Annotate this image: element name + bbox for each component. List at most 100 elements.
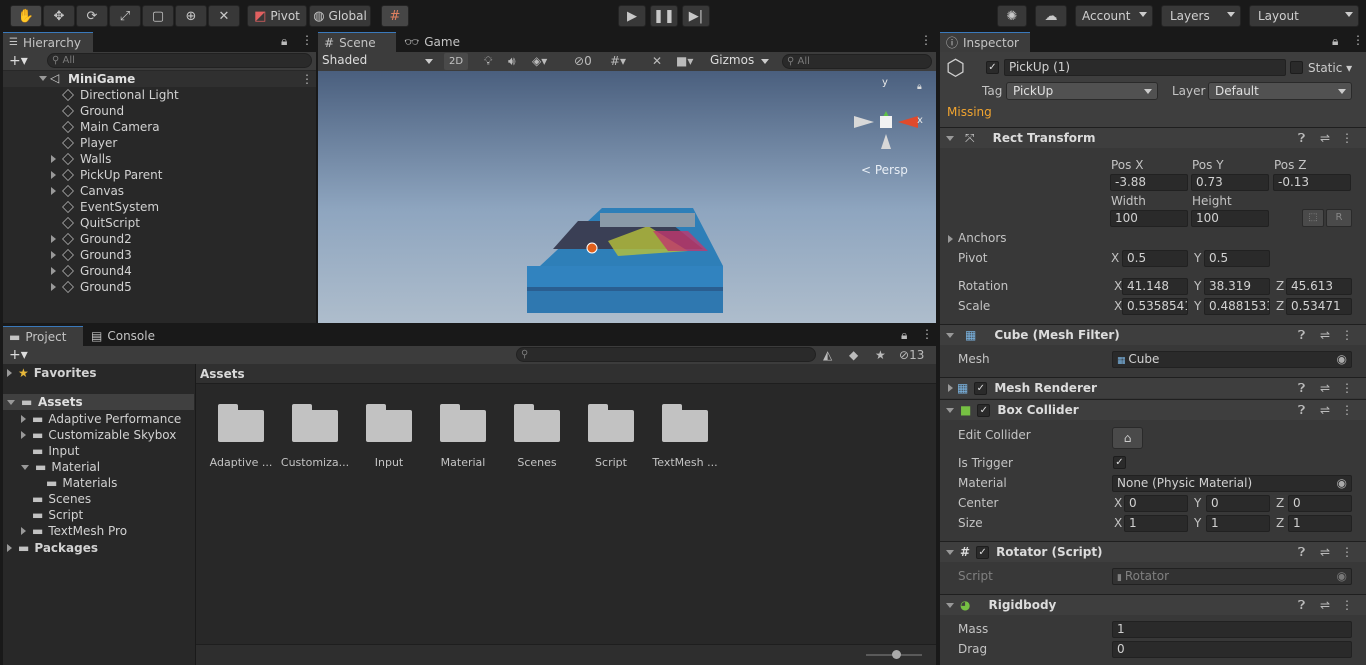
scale-z-input[interactable]: 0.53471 [1286, 298, 1352, 315]
pivot-toggle-button[interactable]: ◩ Pivot [247, 5, 307, 27]
chevron-right-icon[interactable] [7, 369, 12, 377]
chevron-down-icon[interactable] [946, 549, 954, 555]
is-trigger-checkbox[interactable]: ✓ [1113, 456, 1126, 469]
preset-icon[interactable]: ⇌ [1320, 598, 1330, 612]
lock-icon[interactable]: 🔒︎ [901, 328, 907, 343]
center-y-input[interactable]: 0 [1206, 495, 1270, 512]
chevron-right-icon[interactable] [21, 415, 26, 423]
hierarchy-item[interactable]: QuitScript [51, 215, 140, 231]
tab-scene[interactable]: # Scene [318, 32, 396, 52]
asset-folder[interactable]: Script [574, 404, 648, 474]
help-icon[interactable]: ❓︎ [1298, 403, 1305, 418]
center-z-input[interactable]: 0 [1288, 495, 1352, 512]
lock-icon[interactable]: 🔒︎ [281, 34, 287, 49]
box-collider-header[interactable]: ■ ✓ Box Collider ❓︎ ⇌ ⋮ [940, 399, 1366, 420]
account-dropdown[interactable]: Account [1075, 5, 1153, 27]
scene-search-input[interactable]: ⚲ All [782, 54, 932, 69]
global-toggle-button[interactable]: ◍ Global [309, 5, 371, 27]
kebab-menu-icon[interactable]: ⋮ [1341, 403, 1353, 417]
layer-dropdown[interactable]: Default [1208, 82, 1352, 100]
chevron-right-icon[interactable] [948, 384, 953, 392]
rect-transform-header[interactable]: ⤧ Rect Transform ❓︎ ⇌ ⋮ [940, 127, 1366, 148]
box-collider-enabled-checkbox[interactable]: ✓ [977, 403, 991, 417]
breadcrumb-assets[interactable]: Assets [200, 367, 245, 381]
lighting-icon[interactable]: 💡︎ [484, 54, 492, 69]
rot-x-input[interactable]: 41.148 [1122, 278, 1188, 295]
width-input[interactable]: 100 [1110, 210, 1188, 227]
drag-input[interactable]: 0 [1112, 641, 1352, 658]
size-y-input[interactable]: 1 [1206, 515, 1270, 532]
blueprint-mode-button[interactable]: ⬚ [1302, 209, 1324, 227]
posx-input[interactable]: -3.88 [1110, 174, 1188, 191]
mesh-renderer-header[interactable]: ▦ ✓ Mesh Renderer ❓︎ ⇌ ⋮ [940, 377, 1366, 398]
object-name-input[interactable]: PickUp (1) [1004, 59, 1286, 76]
rot-z-input[interactable]: 45.613 [1286, 278, 1352, 295]
active-checkbox[interactable]: ✓ [986, 61, 999, 74]
favorites-row[interactable]: ★ Favorites [7, 365, 96, 381]
tab-hierarchy[interactable]: ☰ Hierarchy [3, 32, 93, 52]
add-icon[interactable]: +▾ [9, 53, 28, 69]
step-button[interactable]: ▶| [682, 5, 710, 27]
hidden-packages-icon[interactable]: ⊘13 [899, 348, 924, 362]
hierarchy-item[interactable]: Canvas [51, 183, 124, 199]
assets-row[interactable]: ▬ Assets [3, 394, 194, 410]
rigidbody-header[interactable]: ◕ Rigidbody ❓︎ ⇌ ⋮ [940, 594, 1366, 615]
zoom-slider-thumb[interactable] [892, 650, 901, 659]
chevron-right-icon[interactable] [51, 251, 56, 259]
lock-icon[interactable]: 🔒︎ [1332, 34, 1338, 49]
chevron-down-icon[interactable] [21, 464, 29, 470]
chevron-down-icon[interactable] [946, 602, 954, 608]
project-search-input[interactable]: ⚲ [516, 347, 816, 362]
asset-folder[interactable]: Customiza... [278, 404, 352, 474]
hierarchy-item[interactable]: Ground4 [51, 263, 132, 279]
hierarchy-item[interactable]: Ground2 [51, 231, 132, 247]
preset-icon[interactable]: ⇌ [1320, 403, 1330, 417]
mesh-renderer-enabled-checkbox[interactable]: ✓ [974, 381, 988, 395]
chevron-right-icon[interactable] [21, 431, 26, 439]
transform-tool-button[interactable]: ⊕ [175, 5, 207, 27]
raw-edit-button[interactable]: R [1326, 209, 1352, 227]
object-picker-icon[interactable]: ◉ [1337, 352, 1347, 367]
static-dropdown[interactable]: Static ▾ [1308, 61, 1352, 75]
hidden-objects-icon[interactable]: ⊘0 [574, 54, 592, 68]
hierarchy-item[interactable]: PickUp Parent [51, 167, 162, 183]
tab-console[interactable]: ▤ Console [85, 326, 165, 346]
chevron-right-icon[interactable] [51, 283, 56, 291]
mesh-filter-header[interactable]: ▦ Cube (Mesh Filter) ❓︎ ⇌ ⋮ [940, 324, 1366, 345]
camera-icon[interactable]: ■▾ [676, 54, 693, 68]
project-tree-item[interactable]: ▬ Scenes [21, 491, 91, 507]
tag-dropdown[interactable]: PickUp [1006, 82, 1158, 100]
effects-icon[interactable]: ◈▾ [532, 54, 547, 68]
persp-label[interactable]: < Persp [861, 163, 908, 177]
tools-icon[interactable]: ✕ [652, 54, 662, 68]
edit-collider-button[interactable]: ⌂ [1112, 427, 1143, 449]
help-icon[interactable]: ❓︎ [1298, 598, 1305, 613]
project-tree-item[interactable]: ▬ Input [21, 443, 79, 459]
kebab-menu-icon[interactable]: ⋮ [1341, 328, 1353, 342]
kebab-menu-icon[interactable]: ⋮ [1341, 545, 1353, 559]
chevron-right-icon[interactable] [51, 187, 56, 195]
pivot-x-input[interactable]: 0.5 [1122, 250, 1188, 267]
chevron-right-icon[interactable] [7, 544, 12, 552]
chevron-right-icon[interactable] [948, 235, 953, 243]
kebab-menu-icon[interactable]: ⋮ [920, 33, 932, 47]
packages-row[interactable]: ▬ Packages [7, 540, 98, 556]
chevron-down-icon[interactable] [7, 400, 15, 405]
chevron-down-icon[interactable] [946, 407, 954, 413]
help-icon[interactable]: ❓︎ [1298, 131, 1305, 146]
tab-inspector[interactable]: ⓘ Inspector [940, 32, 1030, 52]
project-tree-item[interactable]: ▬ TextMesh Pro [21, 523, 127, 539]
project-tree-item[interactable]: ▬ Materials [35, 475, 117, 491]
kebab-menu-icon[interactable]: ⋮ [301, 33, 313, 47]
kebab-menu-icon[interactable]: ⋮ [301, 72, 313, 86]
size-x-input[interactable]: 1 [1124, 515, 1188, 532]
kebab-menu-icon[interactable]: ⋮ [1352, 33, 1364, 47]
gizmos-dropdown[interactable]: Gizmos [706, 53, 774, 70]
scale-x-input[interactable]: 0.5358541 [1122, 298, 1188, 315]
help-icon[interactable]: ❓︎ [1298, 545, 1305, 560]
chevron-right-icon[interactable] [51, 235, 56, 243]
hierarchy-search-input[interactable]: ⚲ All [47, 53, 312, 68]
hierarchy-item[interactable]: Ground5 [51, 279, 132, 295]
kebab-menu-icon[interactable]: ⋮ [1341, 381, 1353, 395]
chevron-right-icon[interactable] [51, 267, 56, 275]
